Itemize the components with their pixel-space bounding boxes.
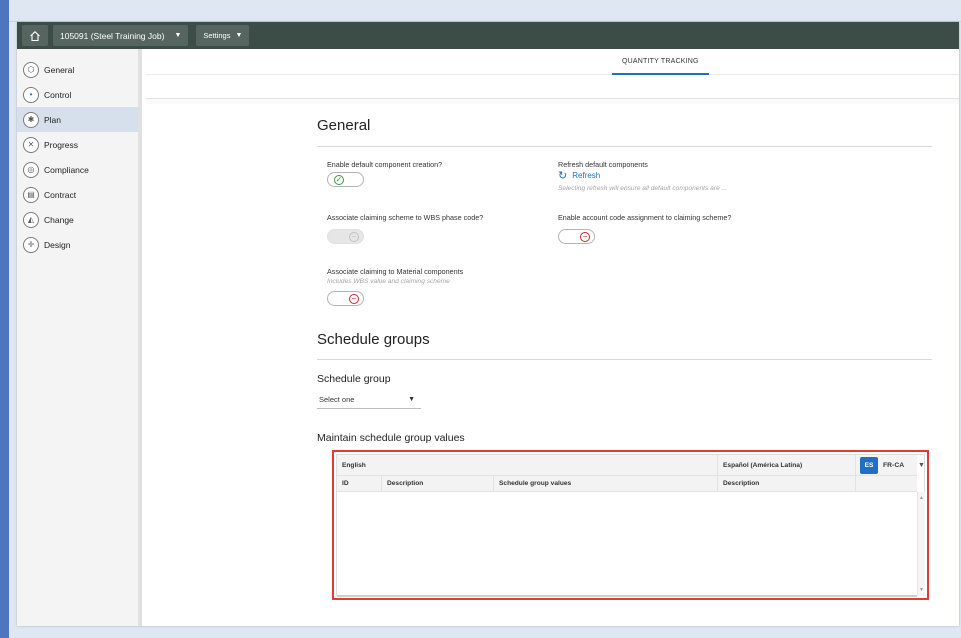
top-toolbar: 105091 (Steel Training Job) ▼ Settings ▼ (17, 22, 959, 49)
sidebar-item-label: Change (44, 214, 74, 225)
minus-circle-icon: − (349, 232, 359, 242)
sidebar-item-plan[interactable]: ✱ Plan (17, 107, 138, 132)
schedule-group-label: Schedule group (317, 373, 391, 385)
column-header-schedule-group-values[interactable]: Schedule group values (494, 476, 718, 491)
chevron-down-icon: ▼ (408, 395, 415, 403)
grid-horizontal-scrollbar[interactable] (337, 595, 917, 597)
language-es-button[interactable]: ES (860, 457, 878, 474)
app-window: 105091 (Steel Training Job) ▼ Settings ▼… (17, 22, 959, 626)
associate-wbs-toggle[interactable]: − (327, 229, 364, 244)
refresh-defaults-label: Refresh default components (558, 160, 648, 169)
sidebar-item-label: Compliance (44, 164, 89, 175)
english-header: English (337, 455, 718, 475)
chevron-down-icon[interactable]: ▼ (917, 455, 926, 476)
column-header-id[interactable]: ID (337, 476, 382, 491)
change-icon: ◭ (23, 211, 39, 228)
refresh-icon: ↻ (558, 170, 568, 182)
sidebar-item-design[interactable]: ✛ Design (17, 232, 138, 257)
maintain-values-title: Maintain schedule group values (317, 432, 465, 444)
enable-account-label: Enable account code assignment to claimi… (558, 213, 732, 222)
chevron-down-icon: ▼ (235, 32, 243, 39)
chevron-down-icon: ▼ (174, 32, 182, 39)
job-selector-label: 105091 (Steel Training Job) (60, 30, 165, 41)
check-icon: ✓ (334, 175, 344, 185)
sidebar-item-control[interactable]: • Control (17, 82, 138, 107)
job-selector[interactable]: 105091 (Steel Training Job) ▼ (53, 25, 189, 46)
schedule-group-select[interactable]: Select one ▼ (317, 390, 421, 409)
grid-column-header: ID Description Schedule group values Des… (337, 476, 917, 492)
sidebar-item-label: General (44, 64, 75, 75)
scroll-up-icon: ▲ (919, 495, 924, 501)
grid-language-header: English Español (América Latina) ES FR-C… (337, 455, 917, 476)
column-header-description-es[interactable]: Description (718, 476, 856, 491)
tab-bar: QUANTITY TRACKING (146, 49, 959, 75)
divider (317, 146, 932, 147)
compliance-icon: ◎ (23, 161, 39, 178)
spanish-header: Español (América Latina) (718, 455, 856, 475)
column-header-description[interactable]: Description (382, 476, 494, 491)
sidebar-item-general[interactable]: ⬡ General (17, 57, 138, 82)
left-edge-strip (0, 0, 9, 638)
general-section-title: General (317, 117, 371, 134)
associate-material-toggle[interactable]: − (327, 291, 364, 306)
sidebar-item-change[interactable]: ◭ Change (17, 207, 138, 232)
settings-menu-button[interactable]: Settings ▼ (196, 25, 250, 46)
divider (317, 359, 932, 360)
schedule-values-grid: English Español (América Latina) ES FR-C… (336, 454, 926, 597)
home-icon (30, 30, 40, 41)
sidebar-item-label: Control (44, 89, 72, 100)
language-frca-button[interactable]: FR-CA (883, 455, 904, 476)
home-button[interactable] (22, 25, 48, 46)
schedule-groups-title: Schedule groups (317, 331, 430, 348)
scroll-down-icon: ▼ (919, 587, 924, 593)
sidebar-item-compliance[interactable]: ◎ Compliance (17, 157, 138, 182)
design-icon: ✛ (23, 236, 39, 253)
hexagon-icon: ⬡ (23, 61, 39, 78)
content-divider (146, 98, 959, 104)
control-icon: • (23, 86, 39, 103)
progress-icon: ✕ (23, 136, 39, 153)
contract-icon: ▤ (23, 186, 39, 203)
schedule-group-select-value: Select one (319, 394, 355, 404)
minus-circle-icon: − (580, 232, 590, 242)
sidebar-item-contract[interactable]: ▤ Contract (17, 182, 138, 207)
settings-label: Settings (203, 31, 231, 40)
sidebar-item-label: Contract (44, 189, 77, 200)
associate-material-label: Associate claiming to Material component… (327, 267, 464, 276)
sidebar-item-progress[interactable]: ✕ Progress (17, 132, 138, 157)
refresh-hint: Selecting refresh will ensure all defaul… (558, 185, 727, 192)
plan-icon: ✱ (23, 111, 39, 128)
minus-circle-icon: − (349, 294, 359, 304)
schedule-values-grid-highlight: English Español (América Latina) ES FR-C… (332, 450, 929, 600)
grid-vertical-scrollbar[interactable]: ▲ ▼ (917, 492, 925, 596)
associate-wbs-label: Associate claiming scheme to WBS phase c… (327, 213, 484, 222)
sidebar-item-label: Plan (44, 114, 62, 125)
enable-default-toggle[interactable]: ✓ (327, 172, 364, 187)
tab-quantity-tracking[interactable]: QUANTITY TRACKING (612, 49, 709, 75)
sidebar: ⬡ General • Control ✱ Plan ✕ Progress ◎ … (17, 49, 142, 626)
sidebar-item-label: Design (44, 239, 71, 250)
enable-account-toggle[interactable]: − (558, 229, 595, 244)
enable-default-label: Enable default component creation? (327, 160, 443, 169)
window-top-strip (9, 0, 961, 22)
associate-material-hint: Includes WBS value and claiming scheme (327, 278, 450, 285)
refresh-link-label: Refresh (572, 171, 601, 180)
refresh-link[interactable]: ↻ Refresh (558, 169, 600, 182)
sidebar-item-label: Progress (44, 139, 79, 150)
